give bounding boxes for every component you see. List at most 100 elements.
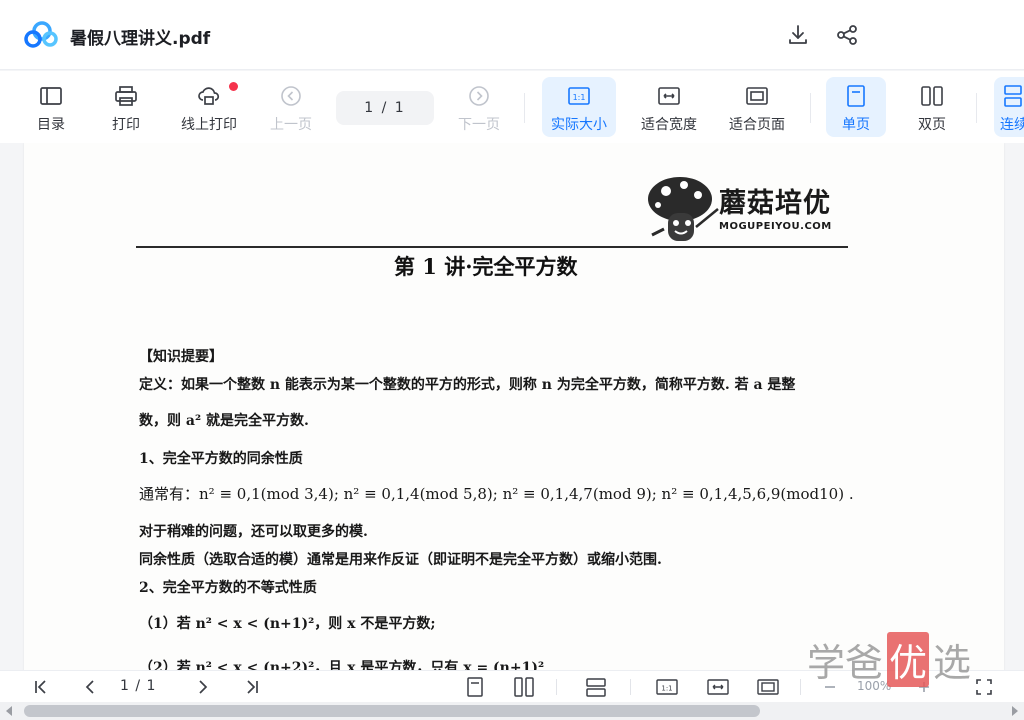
toolbar-double-page-label: 双页: [918, 117, 946, 133]
printer-icon: [113, 83, 139, 109]
toolbar-next-page-label: 下一页: [458, 117, 500, 133]
toolbar-divider: [524, 93, 525, 123]
bottom-fit-width-button[interactable]: [706, 675, 730, 699]
toolbar-print-button[interactable]: 打印: [103, 77, 149, 137]
paragraph-line: （1）若 n² < x < (n+1)²，则 x 不是平方数;: [139, 616, 436, 632]
next-page-button[interactable]: [190, 675, 214, 699]
bottom-page-indicator[interactable]: 1 / 1: [120, 678, 156, 694]
toolbar-divider: [976, 93, 977, 123]
horizontal-scrollbar[interactable]: [0, 702, 1024, 720]
download-icon: [789, 25, 807, 44]
app-logo-icon: [24, 21, 58, 48]
toolbar-actual-size-button[interactable]: 1:1 实际大小: [542, 77, 616, 137]
prev-page-button[interactable]: [79, 675, 103, 699]
fit-width-icon: [707, 679, 729, 695]
mushroom-mascot-icon: [648, 177, 719, 241]
section-heading: 【知识提要】: [139, 349, 223, 365]
toolbar-divider: [810, 93, 811, 123]
watermark-text: 学爸: [807, 641, 884, 685]
bottom-fit-page-button[interactable]: [756, 675, 780, 699]
toolbar-prev-page-button[interactable]: 上一页: [264, 77, 318, 137]
brand-url: MOGUPEIYOU.COM: [719, 221, 832, 232]
chevron-right-icon: [199, 680, 208, 694]
watermark-text: 选: [933, 641, 972, 685]
chevron-left-icon: [85, 680, 94, 694]
bottom-double-page-button[interactable]: [512, 675, 536, 699]
pdf-page: 蘑菇培优 MOGUPEIYOU.COM 第 1 讲·完全平方数 【知识提要】 定…: [24, 143, 1004, 670]
paragraph-line: （2）若 n² < x < (n+2)²，且 x 是平方数，只有 x = (n+…: [139, 660, 545, 670]
bottom-actual-size-button[interactable]: 1:1: [655, 675, 679, 699]
toolbar-outline-button[interactable]: 目录: [28, 77, 74, 137]
toolbar-online-print-label: 线上打印: [181, 117, 237, 133]
file-name-title: 暑假八理讲义.pdf: [70, 29, 211, 49]
toolbar-print-label: 打印: [112, 117, 140, 133]
header-rule: [136, 246, 848, 248]
share-button[interactable]: [834, 22, 860, 48]
bottom-single-page-button[interactable]: [463, 675, 487, 699]
section-heading: 2、完全平方数的不等式性质: [139, 580, 317, 596]
document-viewport[interactable]: 蘑菇培优 MOGUPEIYOU.COM 第 1 讲·完全平方数 【知识提要】 定…: [0, 143, 1024, 670]
paragraph-line: 定义：如果一个整数 n 能表示为某一个整数的平方的形式，则称 n 为完全平方数，…: [139, 377, 796, 393]
actual-size-icon: 1:1: [656, 679, 678, 695]
bottom-continuous-button[interactable]: [584, 675, 608, 699]
scroll-right-arrow-icon[interactable]: [1012, 706, 1018, 716]
toolbar-double-page-button[interactable]: 双页: [904, 77, 960, 137]
paragraph-line: 数，则 a² 就是完全平方数.: [139, 413, 309, 429]
toolbar-single-page-button[interactable]: 单页: [826, 77, 886, 137]
cloud-print-icon: [196, 83, 222, 109]
page-number-input[interactable]: 1 / 1: [336, 91, 434, 125]
toolbar-continuous-button[interactable]: 连续: [994, 77, 1024, 137]
first-page-button[interactable]: [29, 675, 53, 699]
actual-size-icon: 1:1: [566, 83, 592, 109]
toolbar-prev-page-label: 上一页: [270, 117, 312, 133]
first-page-icon: [35, 680, 46, 694]
svg-text:1:1: 1:1: [661, 685, 672, 693]
watermark-highlight: 优: [887, 632, 930, 687]
pdf-viewer-app: 暑假八理讲义.pdf 目录 打印 线上打印 上一页 1 / 1 下一页 1:1 …: [0, 0, 1024, 720]
toolbar-fit-page-label: 适合页面: [729, 117, 785, 133]
svg-text:1:1: 1:1: [573, 93, 586, 102]
continuous-icon: [1000, 83, 1024, 109]
single-page-icon: [843, 83, 869, 109]
fit-width-icon: [656, 83, 682, 109]
fullscreen-button[interactable]: [972, 675, 996, 699]
last-page-button[interactable]: [240, 675, 264, 699]
fit-page-icon: [757, 679, 779, 695]
bottom-divider: [800, 679, 801, 695]
paragraph-line: 同余性质（选取合适的模）通常是用来作反证（即证明不是完全平方数）或缩小范围.: [139, 552, 662, 568]
toolbar-fit-width-label: 适合宽度: [641, 117, 697, 133]
formula-line: 通常有：n² ≡ 0,1(mod 3,4); n² ≡ 0,1,4(mod 5,…: [139, 485, 854, 503]
toolbar-fit-width-button[interactable]: 适合宽度: [634, 77, 704, 137]
toolbar-single-page-label: 单页: [842, 117, 870, 133]
notification-dot: [229, 82, 238, 91]
outline-icon: [38, 83, 64, 109]
fit-page-icon: [744, 83, 770, 109]
fullscreen-icon: [976, 679, 992, 695]
scrollbar-thumb[interactable]: [24, 705, 760, 717]
lecture-title: 第 1 讲·完全平方数: [394, 254, 578, 279]
toolbar: 目录 打印 线上打印 上一页 1 / 1 下一页 1:1 实际大小 适合宽度 适…: [0, 71, 1024, 143]
toolbar-fit-page-button[interactable]: 适合页面: [722, 77, 792, 137]
double-page-icon: [919, 83, 945, 109]
continuous-icon: [586, 678, 606, 697]
download-button[interactable]: [785, 22, 811, 48]
toolbar-actual-size-label: 实际大小: [551, 117, 607, 133]
share-icon: [837, 25, 857, 45]
bottom-divider: [630, 679, 631, 695]
toolbar-continuous-label: 连续: [1000, 117, 1024, 133]
paragraph-line: 对于稍难的问题，还可以取更多的模.: [139, 524, 368, 540]
single-page-icon: [467, 677, 483, 697]
watermark: 学爸 优 选: [807, 632, 971, 687]
next-page-icon: [466, 83, 492, 109]
scroll-left-arrow-icon[interactable]: [6, 706, 12, 716]
toolbar-next-page-button[interactable]: 下一页: [452, 77, 506, 137]
brand-name: 蘑菇培优: [719, 188, 831, 219]
header-bar: 暑假八理讲义.pdf: [0, 0, 1024, 70]
prev-page-icon: [278, 83, 304, 109]
bottom-divider: [556, 679, 557, 695]
last-page-icon: [247, 680, 258, 694]
toolbar-outline-label: 目录: [37, 117, 65, 133]
brand-logo: 蘑菇培优 MOGUPEIYOU.COM: [644, 173, 854, 249]
double-page-icon: [514, 677, 534, 697]
section-heading: 1、完全平方数的同余性质: [139, 451, 303, 467]
